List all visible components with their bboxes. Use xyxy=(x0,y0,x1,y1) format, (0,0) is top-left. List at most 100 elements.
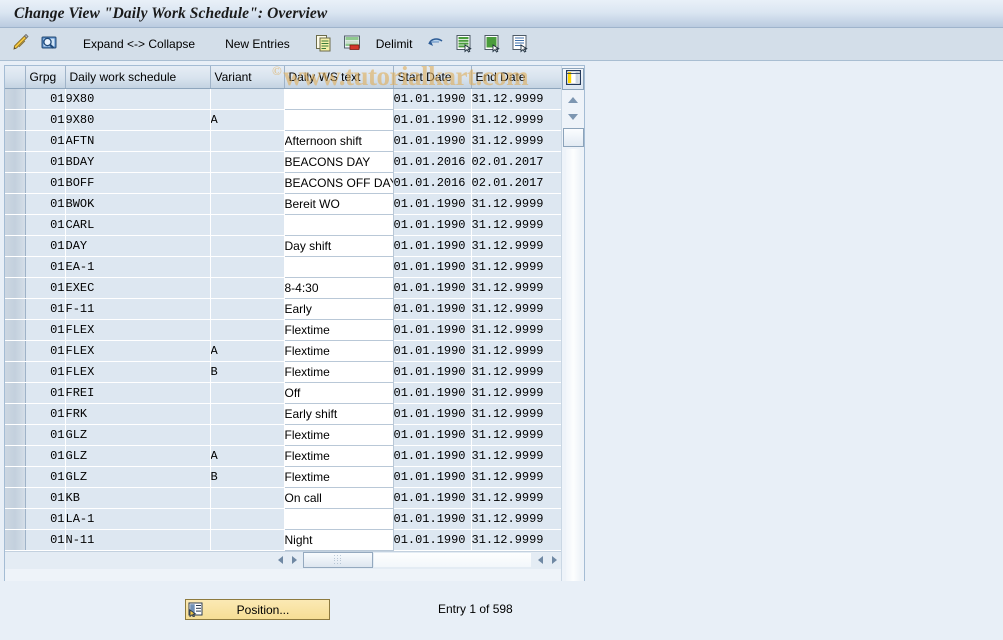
cell-variant xyxy=(210,487,284,508)
hscroll-right-arrow[interactable] xyxy=(287,553,301,567)
cell-daily-ws-text[interactable] xyxy=(284,214,393,235)
table-row[interactable]: 01BOFFBEACONS OFF DAY01.01.201602.01.201… xyxy=(5,172,561,193)
table-settings-button[interactable] xyxy=(562,68,584,90)
cell-daily-ws-text[interactable]: 8-4:30 xyxy=(284,277,393,298)
cell-daily-ws-text[interactable]: Flextime xyxy=(284,445,393,466)
table-row[interactable]: 019X80A01.01.199031.12.9999 xyxy=(5,109,561,130)
row-selector-cell[interactable] xyxy=(5,130,25,151)
new-entries-button[interactable]: New Entries xyxy=(216,32,299,56)
row-selector-cell[interactable] xyxy=(5,361,25,382)
cell-start-date: 01.01.1990 xyxy=(393,277,471,298)
cell-daily-ws-text[interactable]: Flextime xyxy=(284,361,393,382)
position-button[interactable]: Position... xyxy=(185,599,330,620)
row-selector-cell[interactable] xyxy=(5,466,25,487)
table-row[interactable]: 01FLEXAFlextime01.01.199031.12.9999 xyxy=(5,340,561,361)
table-row[interactable]: 01FRKEarly shift01.01.199031.12.9999 xyxy=(5,403,561,424)
table-row[interactable]: 01EXEC8-4:3001.01.199031.12.9999 xyxy=(5,277,561,298)
table-row[interactable]: 01FLEXBFlextime01.01.199031.12.9999 xyxy=(5,361,561,382)
cell-daily-ws-text[interactable] xyxy=(284,109,393,130)
table-row[interactable]: 01F-11Early01.01.199031.12.9999 xyxy=(5,298,561,319)
row-selector-cell[interactable] xyxy=(5,424,25,445)
row-selector-cell[interactable] xyxy=(5,151,25,172)
hscroll-thumb[interactable]: :::::: xyxy=(303,552,373,568)
cell-daily-ws-text[interactable]: Night xyxy=(284,529,393,550)
row-selector-cell[interactable] xyxy=(5,193,25,214)
delete-button[interactable] xyxy=(339,32,365,56)
vscroll-track[interactable] xyxy=(566,149,581,597)
row-selector-cell[interactable] xyxy=(5,403,25,424)
table-row[interactable]: 01GLZAFlextime01.01.199031.12.9999 xyxy=(5,445,561,466)
delimit-button[interactable]: Delimit xyxy=(367,32,422,56)
display-overview-button[interactable] xyxy=(36,32,62,56)
cell-daily-ws-text[interactable] xyxy=(284,88,393,109)
table-row[interactable]: 01GLZBFlextime01.01.199031.12.9999 xyxy=(5,466,561,487)
table-row[interactable]: 019X8001.01.199031.12.9999 xyxy=(5,88,561,109)
table-row[interactable]: 01FREIOff01.01.199031.12.9999 xyxy=(5,382,561,403)
undo-button[interactable] xyxy=(423,32,449,56)
hscroll-page-right-arrow[interactable] xyxy=(547,553,561,567)
expand-collapse-button[interactable]: Expand <-> Collapse xyxy=(74,32,204,56)
horizontal-scrollbar[interactable]: :::::: xyxy=(5,551,561,569)
table-row[interactable]: 01BDAYBEACONS DAY01.01.201602.01.2017 xyxy=(5,151,561,172)
cell-daily-ws-text[interactable]: Early xyxy=(284,298,393,319)
table-row[interactable]: 01BWOKBereit WO01.01.199031.12.9999 xyxy=(5,193,561,214)
cell-daily-ws-text[interactable]: Bereit WO xyxy=(284,193,393,214)
column-header-daily-work-schedule[interactable]: Daily work schedule xyxy=(65,66,210,88)
table-row[interactable]: 01GLZFlextime01.01.199031.12.9999 xyxy=(5,424,561,445)
vscroll-up-button[interactable] xyxy=(565,92,582,107)
cell-daily-ws-text[interactable]: BEACONS OFF DAY xyxy=(284,172,393,193)
select-all-button[interactable] xyxy=(451,32,477,56)
row-selector-cell[interactable] xyxy=(5,88,25,109)
cell-daily-ws-text[interactable]: Early shift xyxy=(284,403,393,424)
table-row[interactable]: 01CARL01.01.199031.12.9999 xyxy=(5,214,561,235)
row-selector-cell[interactable] xyxy=(5,508,25,529)
cell-daily-ws-text[interactable]: Off xyxy=(284,382,393,403)
hscroll-left-arrow[interactable] xyxy=(273,553,287,567)
cell-daily-ws-text[interactable]: On call xyxy=(284,487,393,508)
cell-end-date: 31.12.9999 xyxy=(471,88,561,109)
column-header-daily-ws-text[interactable]: Daily WS text xyxy=(284,66,393,88)
vscroll-thumb[interactable] xyxy=(563,128,584,147)
row-selector-cell[interactable] xyxy=(5,445,25,466)
column-header-select[interactable] xyxy=(5,66,25,88)
row-selector-cell[interactable] xyxy=(5,277,25,298)
row-selector-cell[interactable] xyxy=(5,172,25,193)
row-selector-cell[interactable] xyxy=(5,487,25,508)
row-selector-cell[interactable] xyxy=(5,214,25,235)
cell-daily-ws-text[interactable]: Flextime xyxy=(284,319,393,340)
cell-daily-ws-text[interactable]: Day shift xyxy=(284,235,393,256)
table-row[interactable]: 01N-11Night01.01.199031.12.9999 xyxy=(5,529,561,550)
row-selector-cell[interactable] xyxy=(5,340,25,361)
row-selector-cell[interactable] xyxy=(5,235,25,256)
table-row[interactable]: 01DAYDay shift01.01.199031.12.9999 xyxy=(5,235,561,256)
cell-daily-ws-text[interactable] xyxy=(284,256,393,277)
cell-daily-ws-text[interactable]: Afternoon shift xyxy=(284,130,393,151)
column-header-start-date[interactable]: Start Date xyxy=(393,66,471,88)
copy-as-button[interactable] xyxy=(311,32,337,56)
table-row[interactable]: 01LA-101.01.199031.12.9999 xyxy=(5,508,561,529)
cell-daily-ws-text[interactable]: BEACONS DAY xyxy=(284,151,393,172)
cell-daily-ws-text[interactable]: Flextime xyxy=(284,466,393,487)
table-row[interactable]: 01KBOn call01.01.199031.12.9999 xyxy=(5,487,561,508)
table-row[interactable]: 01EA-101.01.199031.12.9999 xyxy=(5,256,561,277)
cell-daily-ws-text[interactable]: Flextime xyxy=(284,424,393,445)
cell-daily-ws-text[interactable] xyxy=(284,508,393,529)
column-header-variant[interactable]: Variant xyxy=(210,66,284,88)
table-row[interactable]: 01AFTNAfternoon shift01.01.199031.12.999… xyxy=(5,130,561,151)
row-selector-cell[interactable] xyxy=(5,382,25,403)
cell-daily-ws-text[interactable]: Flextime xyxy=(284,340,393,361)
vscroll-down-button[interactable] xyxy=(565,109,582,124)
select-block-button[interactable] xyxy=(479,32,505,56)
column-header-grpg[interactable]: Grpg xyxy=(25,66,65,88)
column-header-end-date[interactable]: End Date xyxy=(471,66,561,88)
table-row[interactable]: 01FLEXFlextime01.01.199031.12.9999 xyxy=(5,319,561,340)
row-selector-cell[interactable] xyxy=(5,109,25,130)
display-change-button[interactable] xyxy=(8,32,34,56)
row-selector-cell[interactable] xyxy=(5,529,25,550)
hscroll-page-left-arrow[interactable] xyxy=(533,553,547,567)
deselect-all-button[interactable] xyxy=(507,32,533,56)
row-selector-cell[interactable] xyxy=(5,319,25,340)
row-selector-cell[interactable] xyxy=(5,298,25,319)
row-selector-cell[interactable] xyxy=(5,256,25,277)
hscroll-track[interactable] xyxy=(374,553,531,567)
